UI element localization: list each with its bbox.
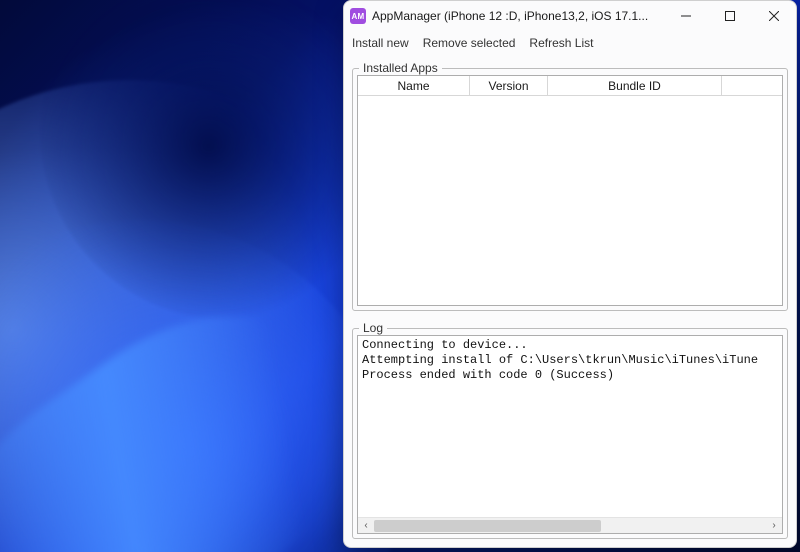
log-horizontal-scrollbar[interactable]: ‹ ›: [358, 517, 782, 533]
maximize-icon: [725, 11, 735, 21]
scroll-track[interactable]: [374, 518, 766, 533]
maximize-button[interactable]: [708, 1, 752, 31]
titlebar[interactable]: AM AppManager (iPhone 12 :D, iPhone13,2,…: [344, 1, 796, 31]
close-button[interactable]: [752, 1, 796, 31]
refresh-list-menu[interactable]: Refresh List: [529, 36, 593, 50]
remove-selected-menu[interactable]: Remove selected: [423, 36, 516, 50]
appmanager-window: AM AppManager (iPhone 12 :D, iPhone13,2,…: [343, 0, 797, 548]
column-bundle-id[interactable]: Bundle ID: [548, 76, 722, 95]
installed-apps-panel: Installed Apps Name Version Bundle ID: [352, 61, 788, 311]
minimize-icon: [681, 11, 691, 21]
minimize-button[interactable]: [664, 1, 708, 31]
installed-apps-legend: Installed Apps: [359, 61, 442, 75]
client-area: Installed Apps Name Version Bundle ID Lo…: [344, 55, 796, 547]
apps-table[interactable]: Name Version Bundle ID: [357, 75, 783, 306]
apps-table-header: Name Version Bundle ID: [358, 76, 782, 96]
scroll-right-icon[interactable]: ›: [766, 518, 782, 534]
scroll-left-icon[interactable]: ‹: [358, 518, 374, 534]
desktop-wallpaper: AM AppManager (iPhone 12 :D, iPhone13,2,…: [0, 0, 800, 552]
log-legend: Log: [359, 321, 387, 335]
scroll-thumb[interactable]: [374, 520, 601, 532]
apps-table-body[interactable]: [358, 96, 782, 305]
install-new-menu[interactable]: Install new: [352, 36, 409, 50]
menubar: Install new Remove selected Refresh List: [344, 31, 796, 55]
close-icon: [769, 11, 779, 21]
column-extra[interactable]: [722, 76, 782, 95]
column-version[interactable]: Version: [470, 76, 548, 95]
log-box: Connecting to device... Attempting insta…: [357, 335, 783, 534]
window-buttons: [664, 1, 796, 31]
log-panel: Log Connecting to device... Attempting i…: [352, 321, 788, 539]
column-name[interactable]: Name: [358, 76, 470, 95]
log-text[interactable]: Connecting to device... Attempting insta…: [358, 336, 782, 517]
window-title: AppManager (iPhone 12 :D, iPhone13,2, iO…: [372, 9, 648, 23]
app-icon: AM: [350, 8, 366, 24]
